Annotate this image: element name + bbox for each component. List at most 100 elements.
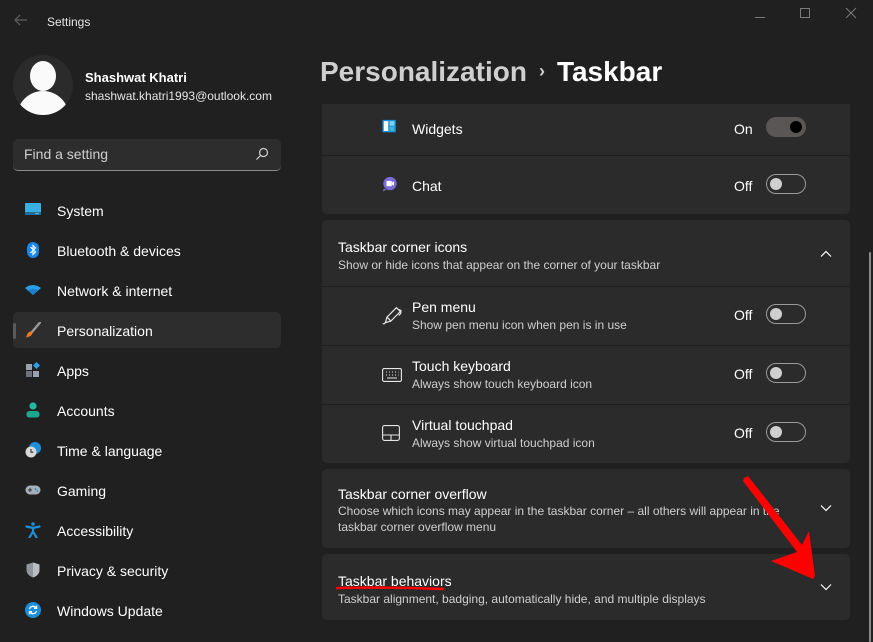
accounts-icon [26, 402, 40, 418]
toggle-state-label: Off [734, 307, 753, 323]
setting-title: Chat [412, 178, 442, 194]
avatar[interactable] [13, 55, 73, 115]
toggle-state-label: Off [734, 366, 753, 382]
gamepad-icon [25, 485, 41, 495]
setting-subtitle: Always show touch keyboard icon [412, 377, 593, 391]
sidebar-item-label: Bluetooth & devices [57, 243, 181, 259]
sidebar-item-label: Gaming [57, 483, 107, 499]
toggle-knob [790, 121, 802, 133]
virtual-touchpad-toggle[interactable] [766, 422, 806, 442]
toggle-knob [770, 426, 782, 438]
maximize-button[interactable] [790, 4, 820, 24]
user-email: shashwat.khatri1993@outlook.com [85, 89, 272, 103]
scrollbar-thumb[interactable] [869, 252, 871, 642]
app-title: Settings [47, 15, 91, 29]
title-bar: Settings [0, 0, 873, 44]
toggle-knob [770, 367, 782, 379]
avatar-body [17, 91, 69, 115]
settings-content: Widgets On Chat Off Taskbar corner icons… [322, 104, 850, 620]
apps-icon [26, 362, 41, 377]
chevron-down-icon[interactable] [818, 500, 834, 516]
bluetooth-icon [27, 242, 39, 258]
widgets-toggle[interactable] [766, 117, 806, 137]
setting-row-pen-menu[interactable]: Pen menu Show pen menu icon when pen is … [322, 287, 850, 346]
minimize-icon [755, 17, 765, 18]
sidebar-item-label: Accounts [57, 403, 115, 419]
touch-keyboard-toggle[interactable] [766, 363, 806, 383]
group-subtitle: taskbar corner overflow menu [338, 520, 497, 534]
time-language-icon [25, 442, 41, 458]
corner-icons-header[interactable]: Taskbar corner icons Show or hide icons … [322, 220, 850, 287]
sidebar-item-accessibility[interactable]: Accessibility [13, 512, 281, 548]
keyboard-icon [382, 368, 402, 382]
group-title: Taskbar corner overflow [338, 486, 487, 502]
page-title: Taskbar [556, 56, 663, 87]
sidebar-item-label: Windows Update [57, 603, 163, 619]
toggle-knob [770, 178, 782, 190]
wifi-icon [25, 285, 41, 295]
chat-toggle[interactable] [766, 174, 806, 194]
close-button[interactable] [836, 4, 866, 24]
chevron-down-icon[interactable] [818, 579, 834, 595]
touchpad-icon [382, 425, 400, 441]
shield-icon [26, 562, 40, 578]
sidebar-item-label: Network & internet [57, 283, 173, 299]
sidebar-item-windows-update[interactable]: Windows Update [13, 592, 281, 628]
pen-menu-toggle[interactable] [766, 304, 806, 324]
setting-row-virtual-touchpad[interactable]: Virtual touchpad Always show virtual tou… [322, 405, 850, 463]
windows-update-icon [25, 602, 41, 618]
sidebar-item-label: System [57, 203, 104, 219]
toggle-state-label: On [734, 121, 753, 137]
setting-subtitle: Always show virtual touchpad icon [412, 436, 595, 450]
sidebar-item-system[interactable]: System [13, 192, 281, 228]
corner-overflow-card[interactable]: Taskbar corner overflow Choose which ico… [322, 469, 850, 548]
sidebar-item-network[interactable]: Network & internet [13, 272, 281, 308]
group-title: Taskbar corner icons [338, 239, 468, 255]
search-box[interactable] [13, 139, 281, 171]
back-arrow-icon [14, 14, 27, 26]
sidebar-item-label: Privacy & security [57, 563, 169, 579]
sidebar-item-label: Time & language [57, 443, 163, 459]
setting-row-chat[interactable]: Chat Off [322, 156, 850, 214]
sidebar-item-label: Apps [57, 363, 89, 379]
avatar-head [30, 61, 56, 91]
sidebar-nav: System Bluetooth & devices Network & int… [13, 192, 281, 632]
toggle-state-label: Off [734, 425, 753, 441]
taskbar-behaviors-card[interactable]: Taskbar behaviors Taskbar alignment, bad… [322, 554, 850, 620]
setting-title: Widgets [412, 121, 463, 137]
sidebar-item-bluetooth[interactable]: Bluetooth & devices [13, 232, 281, 268]
toggle-state-label: Off [734, 178, 753, 194]
back-button[interactable] [10, 12, 32, 32]
breadcrumb: Personalization › Taskbar [320, 56, 662, 88]
breadcrumb-parent[interactable]: Personalization [320, 56, 527, 87]
search-input[interactable] [13, 139, 253, 169]
chevron-up-icon[interactable] [818, 246, 834, 262]
group-subtitle: Show or hide icons that appear on the co… [338, 258, 661, 272]
user-name: Shashwat Khatri [85, 70, 187, 85]
pen-icon [382, 306, 402, 325]
toggle-knob [770, 308, 782, 320]
setting-row-touch-keyboard[interactable]: Touch keyboard Always show touch keyboar… [322, 346, 850, 405]
group-subtitle: Choose which icons may appear in the tas… [338, 504, 780, 518]
system-icon [25, 203, 41, 215]
sidebar-item-personalization[interactable]: Personalization [13, 312, 281, 348]
setting-row-widgets[interactable]: Widgets On [322, 104, 850, 156]
sidebar-item-accounts[interactable]: Accounts [13, 392, 281, 428]
sidebar-item-time-language[interactable]: Time & language [13, 432, 281, 468]
corner-icons-card: Taskbar corner icons Show or hide icons … [322, 220, 850, 463]
chat-icon [382, 176, 397, 192]
sidebar-item-apps[interactable]: Apps [13, 352, 281, 388]
minimize-button[interactable] [745, 4, 775, 24]
search-icon[interactable] [255, 147, 269, 161]
widgets-icon [382, 119, 396, 133]
taskbar-items-card: Widgets On Chat Off [322, 104, 850, 214]
sidebar-item-privacy-security[interactable]: Privacy & security [13, 552, 281, 588]
sidebar-item-gaming[interactable]: Gaming [13, 472, 281, 508]
breadcrumb-separator-icon: › [538, 61, 545, 81]
accessibility-icon [25, 522, 41, 538]
close-icon [845, 7, 857, 19]
setting-subtitle: Show pen menu icon when pen is in use [412, 318, 627, 332]
sidebar-item-label: Accessibility [57, 523, 134, 539]
setting-title: Touch keyboard [412, 358, 511, 374]
maximize-icon [800, 8, 810, 18]
